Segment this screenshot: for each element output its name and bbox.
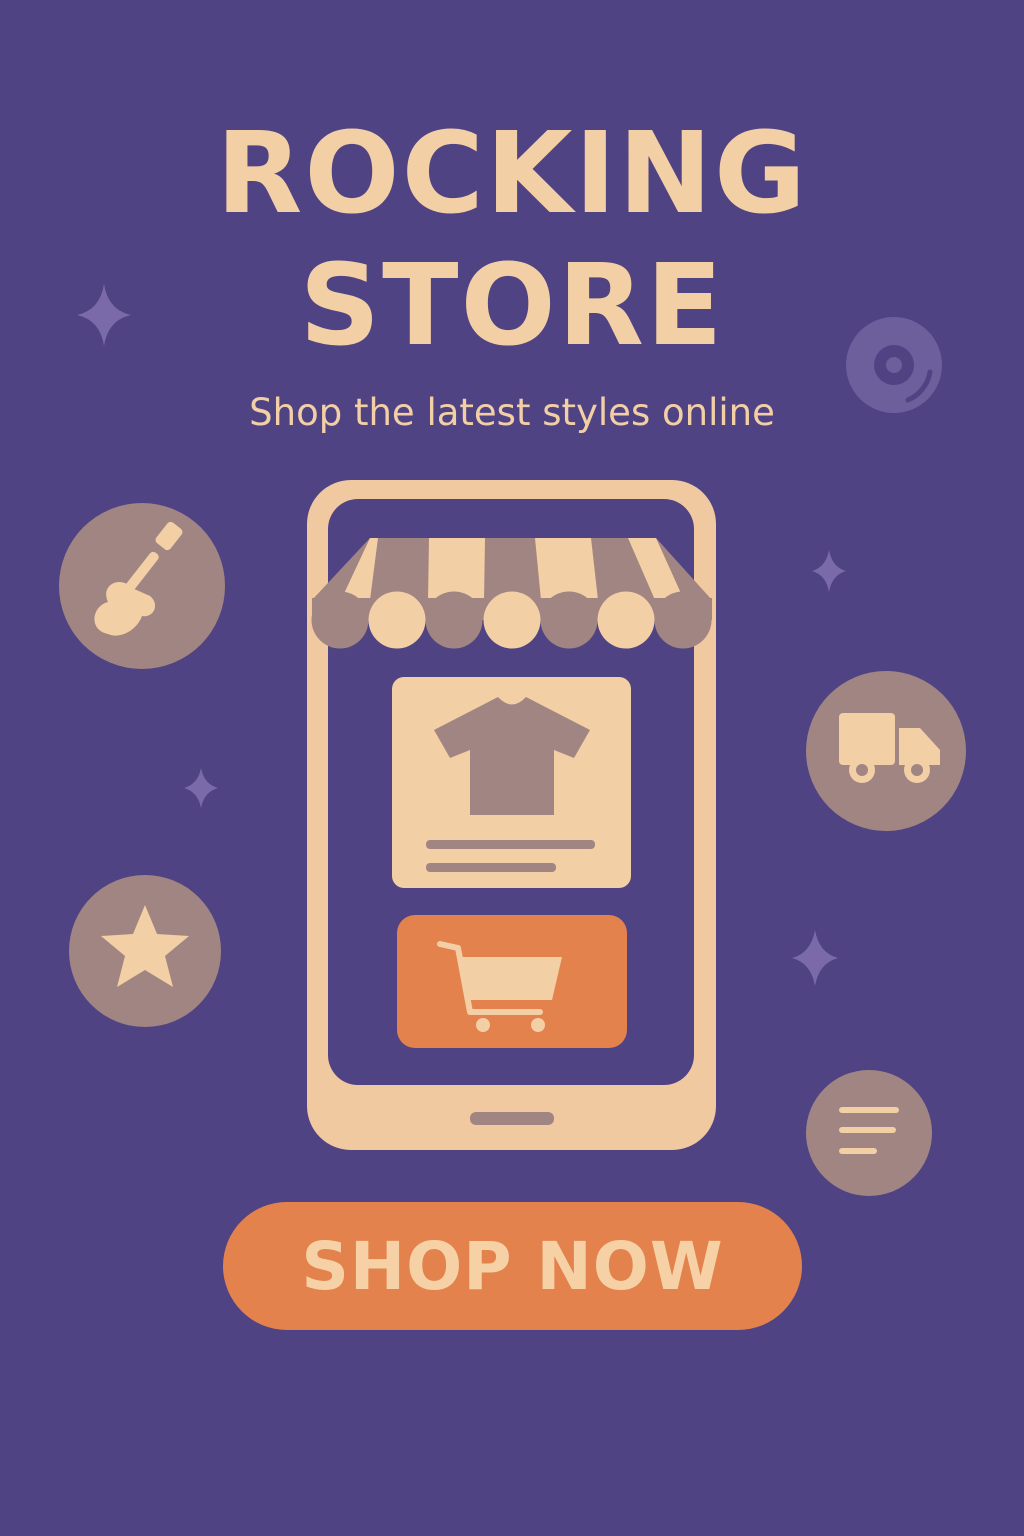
shop-now-button[interactable]: SHOP NOW: [223, 1202, 802, 1330]
vinyl-record-icon: [846, 317, 942, 413]
phone-illustration: [307, 480, 716, 1150]
sparkle-icon: [792, 930, 838, 986]
product-title-line: [426, 840, 595, 849]
product-price-line: [426, 863, 556, 872]
sparkle-icon: [812, 550, 846, 592]
guitar-bubble: [59, 503, 225, 669]
sparkle-icon: [77, 284, 131, 346]
sparkle-icon: [184, 768, 218, 808]
